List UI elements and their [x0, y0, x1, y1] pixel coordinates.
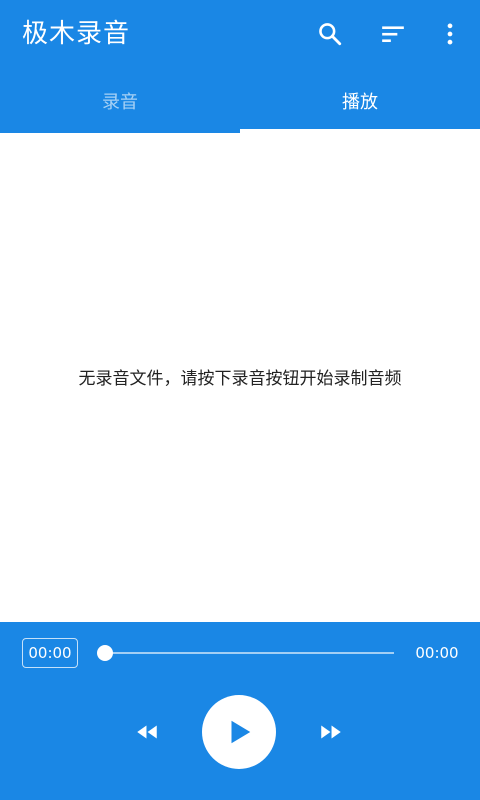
more-vert-icon	[447, 23, 453, 45]
app-title: 极木录音	[22, 19, 131, 49]
play-icon	[231, 720, 251, 744]
fast-forward-button[interactable]	[311, 712, 351, 752]
total-time: 00:00	[415, 644, 459, 662]
rewind-button[interactable]	[127, 712, 167, 752]
more-options-button[interactable]	[430, 14, 470, 54]
play-button[interactable]	[202, 695, 276, 769]
rewind-icon	[137, 725, 157, 739]
seek-bar[interactable]	[104, 652, 394, 654]
current-time: 00:00	[22, 638, 78, 668]
search-button[interactable]	[310, 14, 350, 54]
app-bar: 极木录音 录音 播放	[0, 0, 480, 133]
tab-record[interactable]: 录音	[0, 72, 240, 130]
tab-indicator	[240, 129, 480, 133]
sort-icon	[382, 26, 404, 43]
tab-playback[interactable]: 播放	[240, 72, 480, 130]
seek-thumb[interactable]	[97, 645, 113, 661]
search-icon	[319, 23, 342, 46]
fast-forward-icon	[321, 725, 341, 739]
sort-button[interactable]	[373, 14, 413, 54]
player-panel: 00:00 00:00	[0, 622, 480, 800]
empty-state-message: 无录音文件，请按下录音按钮开始录制音频	[78, 369, 402, 389]
